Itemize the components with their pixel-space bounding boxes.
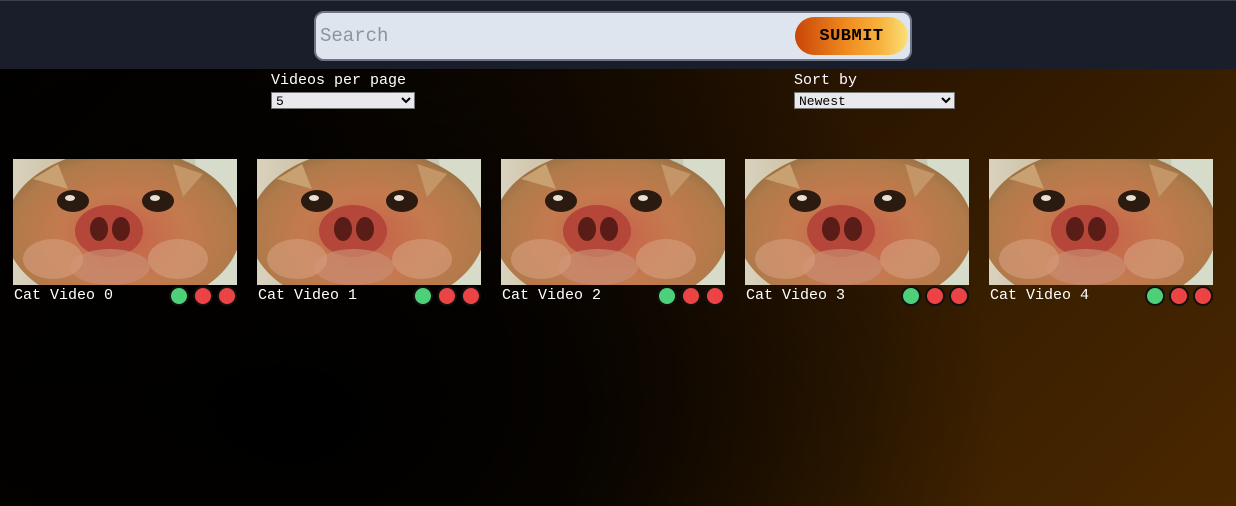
red-circle-icon[interactable] <box>1193 286 1213 306</box>
video-thumbnail[interactable] <box>745 159 969 285</box>
video-status-dots <box>413 286 481 306</box>
video-thumbnail[interactable] <box>501 159 725 285</box>
sort-by-control: Sort by Newest <box>794 72 955 109</box>
video-thumbnail[interactable] <box>989 159 1213 285</box>
videos-per-page-select[interactable]: 5 <box>271 92 415 109</box>
top-bar: SUBMIT <box>0 0 1236 69</box>
search-input[interactable] <box>320 21 790 51</box>
cat-closeup-thumbnail <box>989 159 1213 285</box>
green-circle-icon[interactable] <box>413 286 433 306</box>
video-card-1[interactable]: Cat Video 1 <box>257 159 481 309</box>
video-status-dots <box>169 286 237 306</box>
video-card-3[interactable]: Cat Video 3 <box>745 159 969 309</box>
video-title: Cat Video 4 <box>990 287 1090 304</box>
videos-per-page-label: Videos per page <box>271 72 407 89</box>
search-bar: SUBMIT <box>314 11 912 61</box>
cat-closeup-thumbnail <box>745 159 969 285</box>
video-status-dots <box>1145 286 1213 306</box>
video-title: Cat Video 1 <box>258 287 358 304</box>
red-circle-icon[interactable] <box>705 286 725 306</box>
cat-closeup-thumbnail <box>257 159 481 285</box>
red-circle-icon[interactable] <box>681 286 701 306</box>
red-circle-icon[interactable] <box>1169 286 1189 306</box>
video-title: Cat Video 3 <box>746 287 846 304</box>
green-circle-icon[interactable] <box>901 286 921 306</box>
video-thumbnail[interactable] <box>13 159 237 285</box>
video-status-dots <box>657 286 725 306</box>
video-card-2[interactable]: Cat Video 2 <box>501 159 725 309</box>
video-title: Cat Video 2 <box>502 287 602 304</box>
green-circle-icon[interactable] <box>657 286 677 306</box>
video-title: Cat Video 0 <box>14 287 114 304</box>
video-thumbnail[interactable] <box>257 159 481 285</box>
red-circle-icon[interactable] <box>437 286 457 306</box>
cat-closeup-thumbnail <box>13 159 237 285</box>
green-circle-icon[interactable] <box>1145 286 1165 306</box>
green-circle-icon[interactable] <box>169 286 189 306</box>
red-circle-icon[interactable] <box>217 286 237 306</box>
videos-per-page-control: Videos per page 5 <box>271 72 415 109</box>
red-circle-icon[interactable] <box>193 286 213 306</box>
video-status-dots <box>901 286 969 306</box>
video-card-0[interactable]: Cat Video 0 <box>13 159 237 309</box>
red-circle-icon[interactable] <box>461 286 481 306</box>
sort-by-select[interactable]: Newest <box>794 92 955 109</box>
red-circle-icon[interactable] <box>949 286 969 306</box>
submit-button[interactable]: SUBMIT <box>795 17 908 55</box>
cat-closeup-thumbnail <box>501 159 725 285</box>
sort-by-label: Sort by <box>794 72 858 89</box>
red-circle-icon[interactable] <box>925 286 945 306</box>
video-card-4[interactable]: Cat Video 4 <box>989 159 1213 309</box>
